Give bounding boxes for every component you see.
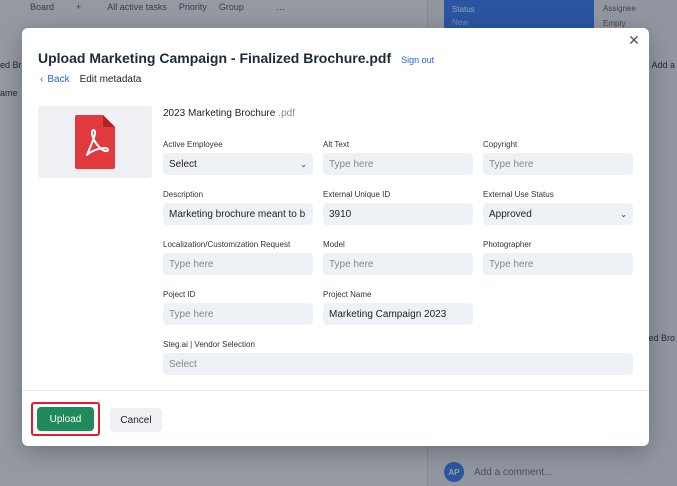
photographer-label: Photographer [483, 240, 532, 249]
upload-metadata-modal: ✕ Upload Marketing Campaign - Finalized … [22, 28, 649, 446]
vendor-selection-select[interactable]: Select [163, 353, 633, 375]
external-unique-id-field: External Unique ID 3910 [323, 190, 473, 225]
copyright-label: Copyright [483, 140, 518, 149]
breadcrumb: ‹ Back Edit metadata [40, 74, 141, 85]
modal-header: Upload Marketing Campaign - Finalized Br… [38, 50, 434, 66]
copyright-field: Copyright Type here [483, 140, 633, 175]
vendor-selection-label: Steg.ai | Vendor Selection [163, 340, 255, 349]
sign-out-link[interactable]: Sign out [401, 55, 434, 65]
back-label: Back [47, 74, 70, 85]
external-unique-id-label: External Unique ID [323, 190, 391, 199]
file-name-row[interactable]: 2023 Marketing Brochure .pdf [163, 108, 295, 119]
photographer-input[interactable]: Type here [483, 253, 633, 275]
cancel-button[interactable]: Cancel [110, 408, 162, 432]
chevron-down-icon: ⌄ [620, 209, 627, 219]
active-employee-label: Active Employee [163, 140, 223, 149]
alt-text-input[interactable]: Type here [323, 153, 473, 175]
modal-title: Upload Marketing Campaign - Finalized Br… [38, 50, 392, 66]
active-employee-value: Select [169, 158, 197, 170]
copyright-input[interactable]: Type here [483, 153, 633, 175]
back-link[interactable]: ‹ Back [40, 74, 70, 85]
vendor-selection-field: Steg.ai | Vendor Selection Select [163, 340, 633, 375]
file-name-input[interactable]: 2023 Marketing Brochure [163, 108, 275, 119]
model-input[interactable]: Type here [323, 253, 473, 275]
project-id-label: Poject ID [163, 290, 196, 299]
external-use-status-label: External Use Status [483, 190, 554, 199]
localization-label: Localization/Customization Request [163, 240, 291, 249]
localization-input[interactable]: Type here [163, 253, 313, 275]
active-employee-select[interactable]: Select ⌄ [163, 153, 313, 175]
file-extension: .pdf [278, 108, 295, 119]
chevron-left-icon: ‹ [40, 74, 44, 85]
external-use-status-select[interactable]: Approved ⌄ [483, 203, 633, 225]
external-use-status-field: External Use Status Approved ⌄ [483, 190, 633, 225]
localization-field: Localization/Customization Request Type … [163, 240, 313, 275]
project-name-input[interactable]: Marketing Campaign 2023 [323, 303, 473, 325]
model-field: Model Type here [323, 240, 473, 275]
modal-footer: Upload Cancel [22, 390, 649, 446]
breadcrumb-current: Edit metadata [79, 74, 142, 85]
description-field: Description Marketing brochure meant to … [163, 190, 313, 225]
external-unique-id-input[interactable]: 3910 [323, 203, 473, 225]
model-label: Model [323, 240, 345, 249]
photographer-field: Photographer Type here [483, 240, 633, 275]
external-use-status-value: Approved [489, 208, 532, 220]
project-name-label: Project Name [323, 290, 372, 299]
pdf-file-icon [75, 115, 115, 169]
close-icon[interactable]: ✕ [627, 33, 641, 47]
alt-text-label: Alt Text [323, 140, 350, 149]
project-id-field: Poject ID Type here [163, 290, 313, 325]
active-employee-field: Active Employee Select ⌄ [163, 140, 313, 175]
upload-highlight: Upload [31, 402, 100, 436]
project-name-field: Project Name Marketing Campaign 2023 [323, 290, 473, 325]
upload-button[interactable]: Upload [37, 407, 94, 431]
chevron-down-icon: ⌄ [300, 159, 307, 169]
file-thumbnail [38, 106, 152, 178]
description-label: Description [163, 190, 204, 199]
alt-text-field: Alt Text Type here [323, 140, 473, 175]
project-id-input[interactable]: Type here [163, 303, 313, 325]
description-input[interactable]: Marketing brochure meant to b [163, 203, 313, 225]
